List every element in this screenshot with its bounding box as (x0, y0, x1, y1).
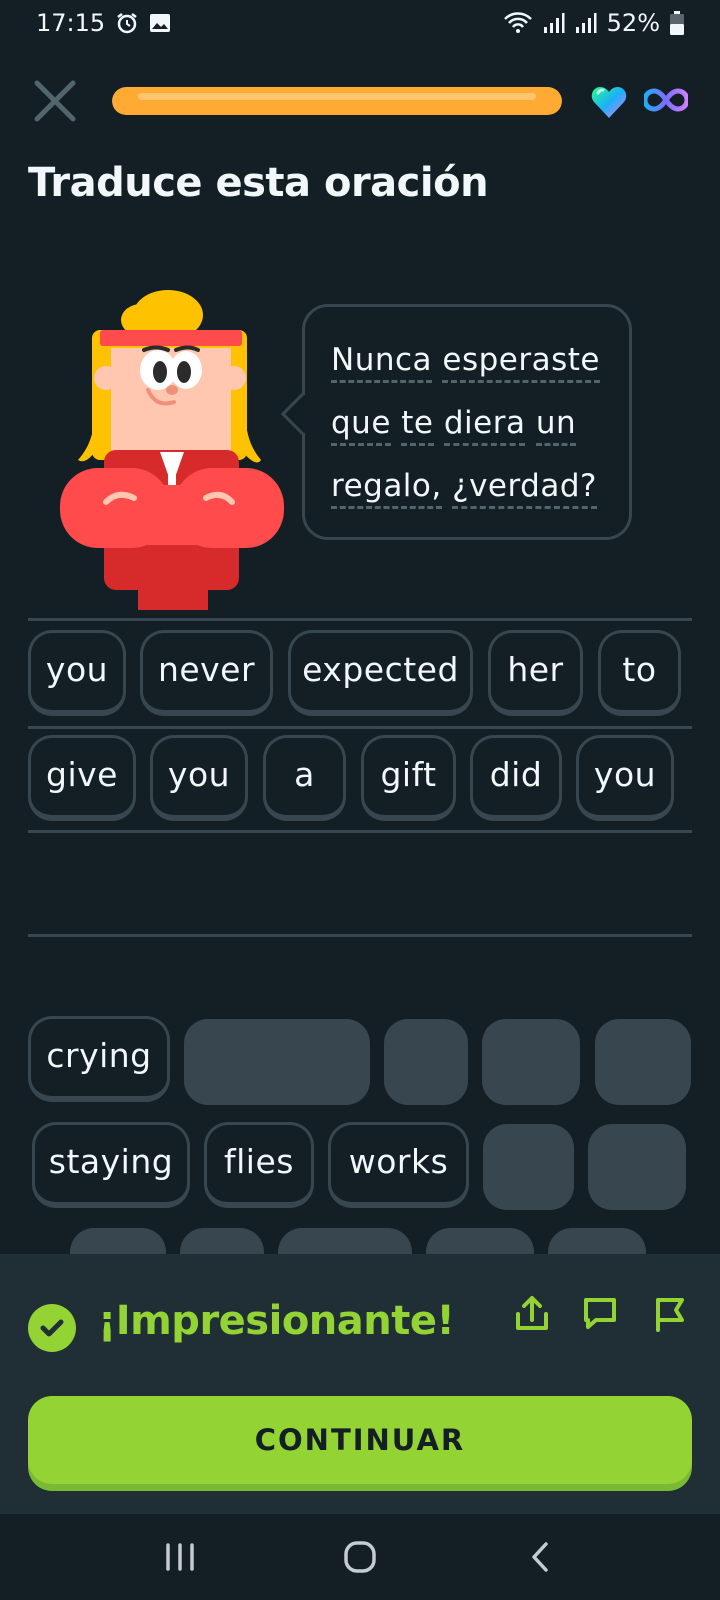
recent-apps-button[interactable] (150, 1532, 210, 1582)
lesson-progress-bar (112, 87, 562, 115)
answer-word-chip[interactable]: you (576, 735, 674, 821)
home-icon (344, 1541, 376, 1573)
word-bank-empty-slot (483, 1124, 574, 1210)
status-bar: 17:15 52% (0, 0, 720, 46)
back-button[interactable] (510, 1532, 570, 1582)
flag-icon[interactable] (650, 1294, 690, 1334)
answer-word-chip[interactable]: gift (361, 735, 456, 821)
check-icon (28, 1304, 76, 1352)
hint-word[interactable]: ¿verdad? (452, 468, 597, 509)
heart-icon[interactable] (590, 84, 628, 120)
hint-word[interactable]: esperaste (442, 342, 600, 383)
alarm-icon (115, 11, 139, 35)
comment-icon[interactable] (580, 1294, 620, 1334)
answer-line-2 (28, 726, 692, 729)
word-bank-empty-slot (595, 1019, 691, 1105)
word-bank-chip[interactable]: crying (28, 1016, 170, 1102)
word-bank-empty-slot (482, 1019, 580, 1105)
answer-word-chip[interactable]: her (488, 630, 583, 716)
exercise-title: Traduce esta oración (28, 160, 489, 206)
answer-word-chip[interactable]: did (470, 735, 562, 821)
answer-word-chip[interactable]: expected (288, 630, 473, 716)
close-button[interactable] (30, 76, 80, 126)
answer-word-chip[interactable]: to (598, 630, 681, 716)
answer-word-chip[interactable]: you (28, 630, 126, 716)
prompt-line-1: Nunca esperaste (331, 329, 605, 392)
speech-bubble: Nunca esperaste que te diera un regalo, … (280, 304, 632, 540)
feedback-panel: ¡Impresionante! CONTINUAR (0, 1254, 720, 1514)
close-icon (34, 80, 76, 122)
answer-word-chip[interactable]: a (263, 735, 346, 821)
signal-icon (543, 12, 565, 34)
answer-word-chip[interactable]: you (150, 735, 248, 821)
word-bank-chip[interactable]: works (328, 1122, 469, 1208)
feedback-message: ¡Impresionante! (98, 1298, 455, 1344)
hint-word[interactable]: te (401, 405, 434, 446)
hint-word[interactable]: regalo, (331, 468, 442, 509)
prompt-line-3: regalo, ¿verdad? (331, 455, 605, 518)
progress-fill (112, 87, 562, 115)
battery-icon (670, 11, 684, 35)
signal-icon-2 (575, 12, 597, 34)
share-icon[interactable] (512, 1294, 552, 1334)
battery-percent: 52% (606, 9, 660, 37)
answer-word-chip[interactable]: give (28, 735, 136, 821)
continue-button[interactable]: CONTINUAR (28, 1396, 692, 1484)
answer-word-chip[interactable]: never (140, 630, 273, 716)
word-bank-empty-slot (588, 1124, 686, 1210)
hint-word[interactable]: un (535, 405, 577, 446)
answer-line-3 (28, 830, 692, 833)
hint-word[interactable]: Nunca (331, 342, 433, 383)
back-icon (532, 1542, 548, 1572)
infinity-icon[interactable] (644, 84, 688, 116)
hint-word[interactable]: diera (443, 405, 526, 446)
hint-word[interactable]: que (331, 405, 391, 446)
status-time: 17:15 (36, 9, 106, 37)
answer-line-1 (28, 618, 692, 621)
recent-apps-icon (166, 1543, 194, 1571)
word-bank-empty-slot (184, 1019, 370, 1105)
character-illustration (60, 290, 284, 610)
prompt-line-2: que te diera un (331, 392, 605, 455)
word-bank-empty-slot (384, 1019, 468, 1105)
answer-line-4 (28, 934, 692, 937)
word-bank-chip[interactable]: flies (204, 1122, 314, 1208)
system-nav-bar (0, 1514, 720, 1600)
wifi-icon (503, 11, 533, 35)
word-bank-chip[interactable]: staying (32, 1122, 190, 1208)
gallery-icon (149, 13, 171, 33)
home-button[interactable] (330, 1532, 390, 1582)
